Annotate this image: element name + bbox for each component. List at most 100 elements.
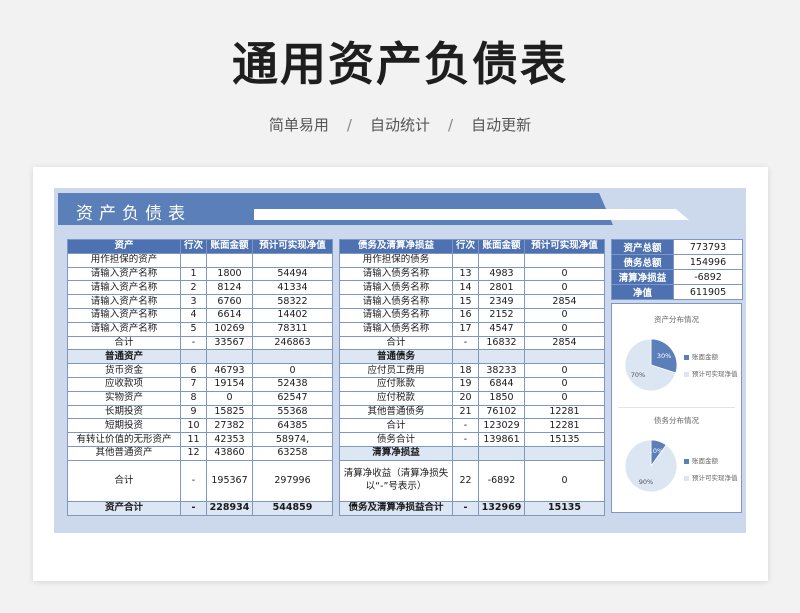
table-cell[interactable]: 64385 bbox=[252, 418, 333, 434]
table-cell[interactable]: 有转让价值的无形资产 bbox=[67, 432, 181, 447]
table-cell[interactable]: 0 bbox=[524, 459, 605, 502]
table-cell[interactable]: 22 bbox=[452, 459, 479, 502]
table-cell[interactable]: 63258 bbox=[252, 445, 333, 461]
table-cell[interactable]: 其他普通债务 bbox=[339, 404, 453, 420]
table-cell[interactable]: - bbox=[452, 418, 479, 434]
table-cell[interactable]: - bbox=[452, 432, 479, 447]
table-cell[interactable]: 139861 bbox=[478, 432, 525, 447]
table-cell[interactable]: 7 bbox=[180, 376, 207, 392]
table-cell[interactable]: 清算净损益 bbox=[339, 445, 453, 461]
table-cell[interactable]: 应付税款 bbox=[339, 390, 453, 406]
table-cell[interactable]: 合计 bbox=[339, 418, 453, 434]
table-cell[interactable]: 合计 bbox=[67, 459, 181, 502]
table-cell[interactable]: 27382 bbox=[206, 418, 253, 434]
table-cell[interactable]: 清算净收益（清算净损失以“-”号表示） bbox=[339, 459, 453, 502]
table-cell[interactable]: 应付账款 bbox=[339, 376, 453, 392]
table-cell[interactable]: 11 bbox=[180, 432, 207, 447]
summary-value[interactable]: 773793 bbox=[673, 239, 743, 255]
table-cell[interactable]: 0 bbox=[524, 307, 605, 323]
table-cell[interactable]: 19 bbox=[452, 376, 479, 392]
table-cell[interactable]: - bbox=[452, 500, 479, 516]
table-cell[interactable]: 62547 bbox=[252, 390, 333, 406]
table-cell[interactable]: 544859 bbox=[252, 500, 333, 516]
table-cell[interactable] bbox=[452, 445, 479, 461]
table-cell[interactable]: 17 bbox=[452, 321, 479, 337]
table-cell[interactable] bbox=[452, 349, 479, 365]
table-cell[interactable]: 123029 bbox=[478, 418, 525, 434]
table-cell[interactable]: 10 bbox=[180, 418, 207, 434]
table-cell[interactable]: 52438 bbox=[252, 376, 333, 392]
table-cell[interactable]: 请输入资产名称 bbox=[67, 307, 181, 323]
table-cell[interactable]: - bbox=[180, 459, 207, 502]
table-cell[interactable]: 9 bbox=[180, 404, 207, 420]
table-cell[interactable] bbox=[206, 349, 253, 365]
table-cell[interactable]: 46793 bbox=[206, 363, 253, 378]
table-cell[interactable]: 246863 bbox=[252, 335, 333, 351]
table-cell[interactable]: 0 bbox=[524, 280, 605, 296]
table-cell[interactable]: 18 bbox=[452, 363, 479, 378]
table-cell[interactable]: 0 bbox=[524, 266, 605, 282]
table-cell[interactable]: 4983 bbox=[478, 266, 525, 282]
table-cell[interactable]: 228934 bbox=[206, 500, 253, 516]
table-cell[interactable]: 请输入资产名称 bbox=[67, 294, 181, 309]
table-cell[interactable]: 合计 bbox=[67, 335, 181, 351]
table-cell[interactable]: 2 bbox=[180, 280, 207, 296]
table-cell[interactable]: 12281 bbox=[524, 404, 605, 420]
summary-value[interactable]: 611905 bbox=[673, 284, 743, 300]
table-cell[interactable]: 2349 bbox=[478, 294, 525, 309]
table-cell[interactable]: 0 bbox=[524, 390, 605, 406]
table-cell[interactable] bbox=[478, 445, 525, 461]
table-cell[interactable] bbox=[524, 445, 605, 461]
summary-value[interactable]: -6892 bbox=[673, 269, 743, 285]
table-cell[interactable]: 41334 bbox=[252, 280, 333, 296]
table-cell[interactable]: 13 bbox=[452, 266, 479, 282]
table-cell[interactable]: 2801 bbox=[478, 280, 525, 296]
table-cell[interactable]: - bbox=[452, 335, 479, 351]
table-cell[interactable]: 普通债务 bbox=[339, 349, 453, 365]
table-cell[interactable]: 15135 bbox=[524, 500, 605, 516]
table-cell[interactable]: 应收款项 bbox=[67, 376, 181, 392]
table-cell[interactable]: 58974, bbox=[252, 432, 333, 447]
table-cell[interactable]: 6 bbox=[180, 363, 207, 378]
table-cell[interactable]: 78311 bbox=[252, 321, 333, 337]
table-cell[interactable] bbox=[524, 349, 605, 365]
table-cell[interactable]: 132969 bbox=[478, 500, 525, 516]
table-cell[interactable]: 20 bbox=[452, 390, 479, 406]
table-cell[interactable]: 4547 bbox=[478, 321, 525, 337]
table-cell[interactable]: 1850 bbox=[478, 390, 525, 406]
table-cell[interactable]: 实物资产 bbox=[67, 390, 181, 406]
table-cell[interactable]: 8 bbox=[180, 390, 207, 406]
table-cell[interactable]: 请输入资产名称 bbox=[67, 280, 181, 296]
table-cell[interactable] bbox=[478, 349, 525, 365]
table-cell[interactable]: 0 bbox=[524, 363, 605, 378]
table-cell[interactable]: 6844 bbox=[478, 376, 525, 392]
table-cell[interactable]: 58322 bbox=[252, 294, 333, 309]
table-cell[interactable]: 76102 bbox=[478, 404, 525, 420]
table-cell[interactable]: 16 bbox=[452, 307, 479, 323]
table-cell[interactable]: 15825 bbox=[206, 404, 253, 420]
table-cell[interactable]: 6614 bbox=[206, 307, 253, 323]
table-cell[interactable]: 0 bbox=[252, 363, 333, 378]
table-cell[interactable]: 0 bbox=[206, 390, 253, 406]
table-cell[interactable] bbox=[252, 252, 333, 268]
table-cell[interactable]: 19154 bbox=[206, 376, 253, 392]
table-cell[interactable]: 1800 bbox=[206, 266, 253, 282]
table-cell[interactable]: 0 bbox=[524, 376, 605, 392]
table-cell[interactable]: 货币资金 bbox=[67, 363, 181, 378]
table-cell[interactable]: 其他普通资产 bbox=[67, 445, 181, 461]
table-cell[interactable]: 长期投资 bbox=[67, 404, 181, 420]
table-cell[interactable]: 合计 bbox=[339, 335, 453, 351]
table-cell[interactable]: 请输入债务名称 bbox=[339, 266, 453, 282]
table-cell[interactable]: 用作担保的资产 bbox=[67, 252, 181, 268]
table-cell[interactable]: 38233 bbox=[478, 363, 525, 378]
table-cell[interactable]: 15 bbox=[452, 294, 479, 309]
table-cell[interactable]: 请输入债务名称 bbox=[339, 321, 453, 337]
table-cell[interactable]: 15135 bbox=[524, 432, 605, 447]
table-cell[interactable]: - bbox=[180, 500, 207, 516]
table-cell[interactable]: 42353 bbox=[206, 432, 253, 447]
table-cell[interactable]: 普通资产 bbox=[67, 349, 181, 365]
table-cell[interactable] bbox=[180, 252, 207, 268]
table-cell[interactable]: 请输入资产名称 bbox=[67, 266, 181, 282]
table-cell[interactable]: 2854 bbox=[524, 335, 605, 351]
table-cell[interactable] bbox=[478, 252, 525, 268]
